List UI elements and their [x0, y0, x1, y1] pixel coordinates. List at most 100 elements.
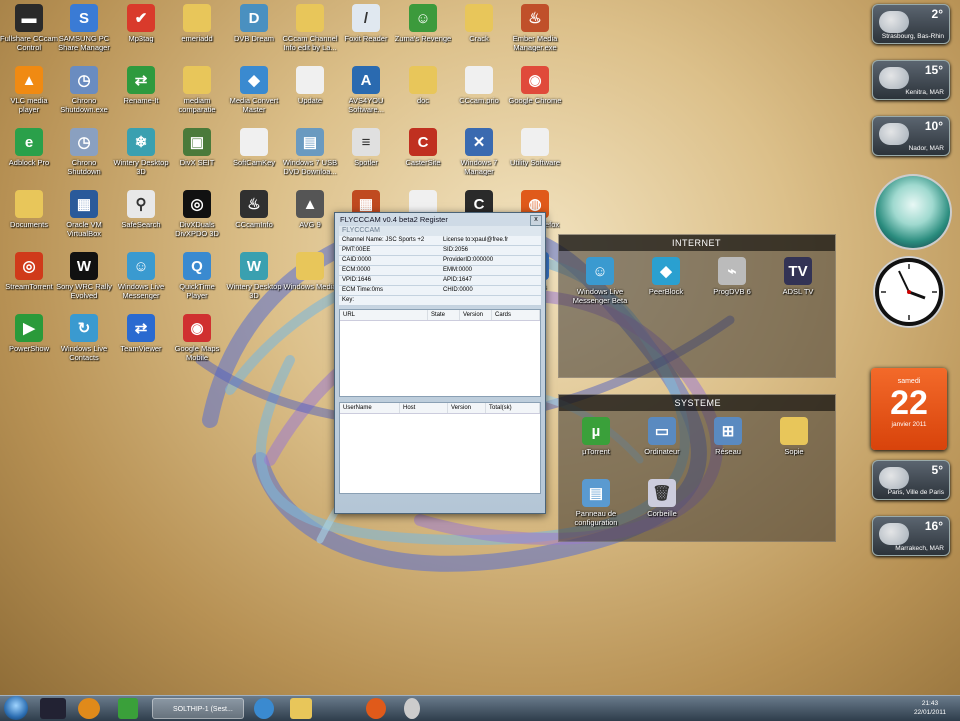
info-cell: VPID:1646: [342, 277, 372, 283]
taskbar-app-media-player[interactable]: [78, 698, 100, 719]
desktop-icon[interactable]: ☺ Windows Live Messenger: [112, 252, 170, 300]
systeme-panel-item[interactable]: ▤ Panneau de configuration: [567, 479, 625, 527]
app-icon: S: [70, 4, 98, 32]
desktop-icon[interactable]: / Foxit Reader: [337, 4, 395, 43]
internet-panel-item[interactable]: ⌁ ProgDVB 6: [703, 257, 761, 296]
weather-gadget[interactable]: 16° Marrakech, MAR: [872, 516, 950, 556]
desktop-icon[interactable]: emeriadd: [168, 4, 226, 43]
desktop-icon[interactable]: D DVB Dream: [225, 4, 283, 43]
desktop-icon[interactable]: ▬ Fullshare CCcam Control: [0, 4, 58, 52]
folder-icon: [183, 66, 211, 94]
desktop-icon[interactable]: Q QuickTime Player: [168, 252, 226, 300]
desktop-icon[interactable]: A AVS4YOU Software...: [337, 66, 395, 114]
desktop-icon[interactable]: ♨ CCcamInfo: [225, 190, 283, 229]
desktop-icon[interactable]: W Sony WRC Rally Evolved: [55, 252, 113, 300]
desktop-icon[interactable]: Utility Software: [506, 128, 564, 167]
desktop-icon[interactable]: ⚲ SafeSearch: [112, 190, 170, 229]
column-header[interactable]: State: [428, 310, 460, 320]
desktop-icon[interactable]: CCcam.prio: [450, 66, 508, 105]
info-cell: ECM:0000: [342, 267, 371, 273]
weather-city: Strasbourg, Bas-Rhin: [881, 33, 944, 40]
desktop-icon[interactable]: Documents: [0, 190, 58, 229]
weather-gadget[interactable]: 15° Kenitra, MAR: [872, 60, 950, 100]
desktop-icon[interactable]: ◎ StreamTorrent: [0, 252, 58, 291]
flycccam-window[interactable]: FLYCCCAM v0.4 beta2 Register x FLYCCCAM …: [334, 212, 546, 514]
taskbar-app-ie[interactable]: [254, 698, 274, 719]
window-title: FLYCCCAM v0.4 beta2 Register: [340, 215, 448, 224]
column-header[interactable]: Version: [448, 403, 486, 413]
clock-gadget[interactable]: [873, 256, 945, 328]
desktop-icon[interactable]: ◷ Chrono Shutdown.exe: [55, 66, 113, 114]
system-clock[interactable]: 21:43 22/01/2011: [914, 699, 946, 717]
desktop-icon[interactable]: ▶ PowerShow: [0, 314, 58, 353]
taskbar-app-satellite[interactable]: [404, 698, 420, 719]
desktop-icon[interactable]: SoftCamKey: [225, 128, 283, 167]
systeme-panel-item[interactable]: 🗑 Corbeille: [633, 479, 691, 518]
column-header[interactable]: Version: [460, 310, 492, 320]
close-button[interactable]: x: [530, 215, 542, 226]
desktop-icon[interactable]: ✔ Mp3tag: [112, 4, 170, 43]
desktop-icon[interactable]: ▲ AVG 9: [281, 190, 339, 229]
column-header[interactable]: URL: [340, 310, 428, 320]
desktop-icon[interactable]: ◉ Google Maps Mobile: [168, 314, 226, 362]
desktop-icon[interactable]: ▣ DivX SEIT: [168, 128, 226, 167]
icon-label: mediam comparatie: [178, 96, 216, 114]
internet-panel-item[interactable]: TV ADSL TV: [769, 257, 827, 296]
desktop-icon[interactable]: Crack: [450, 4, 508, 43]
desktop-icon[interactable]: ◎ DivXDuals DivXPDO 3D: [168, 190, 226, 238]
taskbar-app-explorer[interactable]: [290, 698, 312, 719]
desktop-icon[interactable]: S SAMSUNG PC Share Manager: [55, 4, 113, 52]
desktop-icon[interactable]: doc: [394, 66, 452, 105]
internet-panel-item[interactable]: ◆ PeerBlock: [637, 257, 695, 296]
desktop-icon[interactable]: ↻ Windows Live Contacts: [55, 314, 113, 362]
taskbar-app-utorrent[interactable]: [118, 698, 138, 719]
internet-panel-item[interactable]: ☺ Windows Live Messenger Beta: [571, 257, 629, 305]
desktop-icon[interactable]: ⇄ Rename-It: [112, 66, 170, 105]
icon-label: Réseau: [715, 447, 741, 456]
desktop-icon[interactable]: ▦ Oracle VM VirtualBox: [55, 190, 113, 238]
weather-gadget[interactable]: 10° Nador, MAR: [872, 116, 950, 156]
desktop-icon[interactable]: ▤ Windows 7 USB DVD Downloa...: [281, 128, 339, 176]
desktop-icon[interactable]: ◷ Chrono Shutdown: [55, 128, 113, 176]
column-header[interactable]: Cards: [492, 310, 540, 320]
column-header[interactable]: UserName: [340, 403, 400, 413]
messenger-icon: ☺: [127, 252, 155, 280]
weather-gadget[interactable]: 5° Paris, Ville de Paris: [872, 460, 950, 500]
desktop-icon[interactable]: ⇄ TeamViewer: [112, 314, 170, 353]
desktop-icon[interactable]: ▲ VLC media player: [0, 66, 58, 114]
search-icon: ⚲: [127, 190, 155, 218]
calendar-gadget[interactable]: samedi 22 janvier 2011: [871, 368, 947, 450]
taskbar-active-window[interactable]: SOLTHIP-1 (Sest...: [152, 698, 244, 719]
systeme-panel-item[interactable]: ⊞ Réseau: [699, 417, 757, 456]
systeme-panel-item[interactable]: ▭ Ordinateur: [633, 417, 691, 456]
desktop-icon[interactable]: Update: [281, 66, 339, 105]
icon-label: Media Convert Master: [229, 96, 279, 114]
weather-gadget[interactable]: 2° Strasbourg, Bas-Rhin: [872, 4, 950, 44]
desktop-icon[interactable]: ❄ Wintery Desktop 3D: [112, 128, 170, 176]
column-header[interactable]: Host: [400, 403, 448, 413]
users-table[interactable]: UserName Host Version Total(sk): [339, 402, 541, 494]
taskbar-app-tv[interactable]: [40, 698, 66, 719]
taskbar-app-firefox[interactable]: [366, 698, 386, 719]
column-header[interactable]: Total(sk): [486, 403, 540, 413]
desktop-icon[interactable]: CCcam Channel Info edit by La...: [281, 4, 339, 52]
start-button[interactable]: [4, 696, 28, 720]
servers-table[interactable]: URL State Version Cards: [339, 309, 541, 397]
desktop-icon[interactable]: C CasterSite: [394, 128, 452, 167]
info-cell: ECM Time:0ms: [342, 287, 384, 293]
desktop-icon[interactable]: mediam comparatie: [168, 66, 226, 114]
desktop-icon[interactable]: ◆ Media Convert Master: [225, 66, 283, 114]
desktop-icon[interactable]: W Wintery Desktop 3D: [225, 252, 283, 300]
systeme-panel-item[interactable]: µ µTorrent: [567, 417, 625, 456]
desktop-icon[interactable]: ◉ Google Chrome: [506, 66, 564, 105]
desktop-icon[interactable]: ♨ Ember Media Manager.exe: [506, 4, 564, 52]
cloud-icon: [879, 67, 909, 89]
messenger-icon: ☺: [586, 257, 614, 285]
cpu-meter-gadget[interactable]: [874, 174, 952, 250]
desktop-icon[interactable]: ✕ Windows 7 Manager: [450, 128, 508, 176]
desktop-icon[interactable]: ≡ Spotler: [337, 128, 395, 167]
desktop-icon[interactable]: e Adblock Pro: [0, 128, 58, 167]
desktop-icon[interactable]: Windows Media: [281, 252, 339, 291]
desktop-icon[interactable]: ☺ Zuma's Revenge: [394, 4, 452, 43]
systeme-panel-item[interactable]: Sopie: [765, 417, 823, 456]
